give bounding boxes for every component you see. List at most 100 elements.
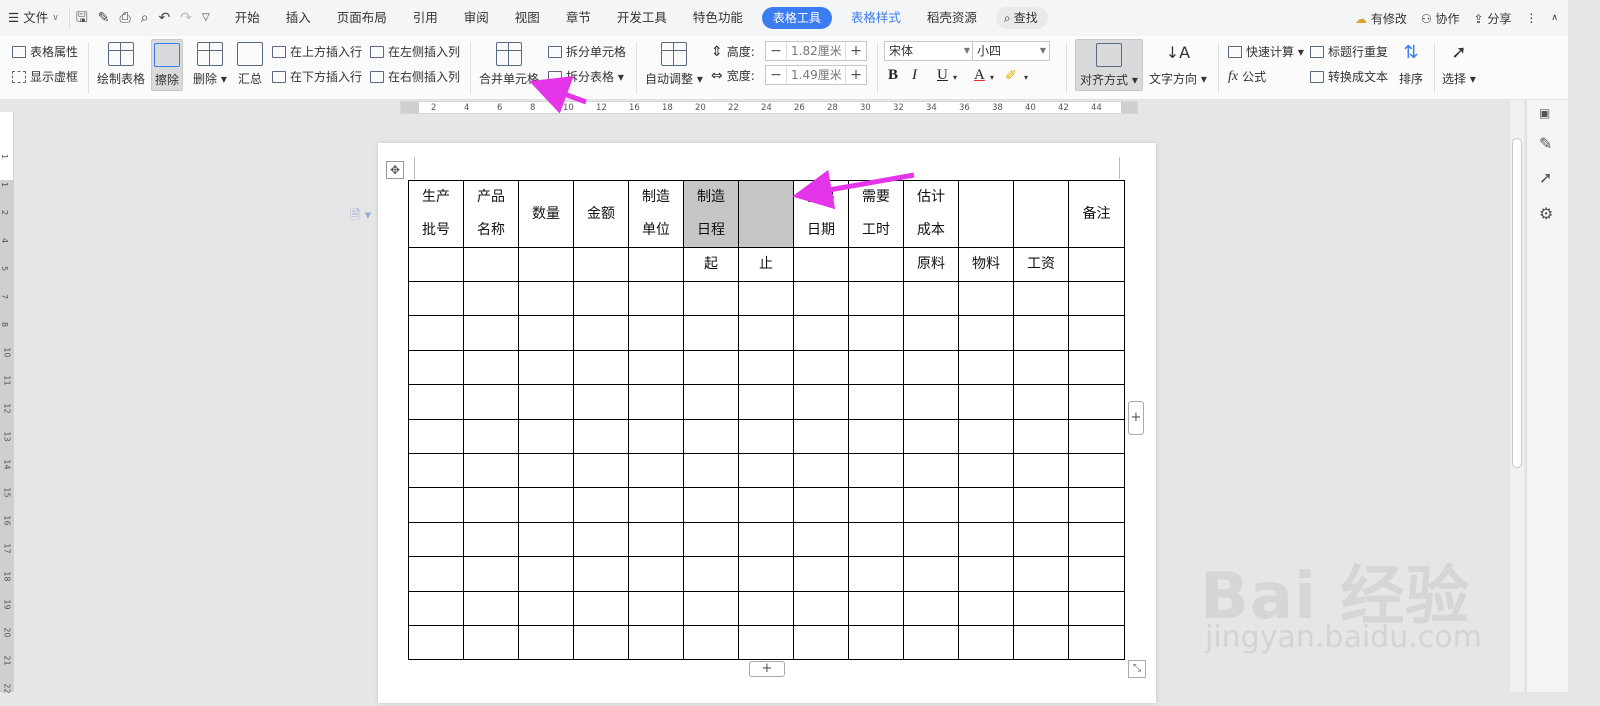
- draw-table-button[interactable]: 绘制表格: [97, 42, 145, 87]
- table-cell[interactable]: [463, 521, 519, 558]
- table-cell[interactable]: [463, 590, 519, 626]
- collapse-ribbon-icon[interactable]: ∧: [1551, 13, 1558, 23]
- table-cell[interactable]: [1013, 556, 1069, 592]
- table-cell[interactable]: [408, 487, 464, 523]
- table-cell[interactable]: [518, 384, 574, 420]
- collab-button[interactable]: ⚇ 协作: [1421, 10, 1460, 27]
- table-cell[interactable]: [958, 521, 1014, 558]
- table-cell[interactable]: [1068, 452, 1125, 489]
- table-cell[interactable]: [683, 349, 739, 386]
- table-cell[interactable]: [683, 384, 739, 420]
- edit-icon[interactable]: ✎: [1539, 134, 1552, 153]
- table-cell[interactable]: [408, 521, 464, 558]
- table-cell[interactable]: 物料: [958, 247, 1014, 282]
- table-cell[interactable]: [793, 521, 849, 558]
- table-cell[interactable]: [628, 315, 684, 351]
- repeat-header-button[interactable]: 标题行重复: [1310, 43, 1388, 60]
- print-preview-icon[interactable]: ⌕: [141, 8, 149, 28]
- table-cell[interactable]: 备注: [1068, 180, 1125, 248]
- erase-button[interactable]: 擦除: [151, 39, 183, 91]
- table-cell[interactable]: [573, 521, 629, 558]
- col-width-value[interactable]: 1.49厘米: [786, 66, 846, 84]
- table-cell[interactable]: [573, 280, 629, 317]
- table-cell[interactable]: [793, 384, 849, 420]
- table-cell[interactable]: [1013, 452, 1069, 489]
- table-cell[interactable]: [1013, 487, 1069, 523]
- table-cell[interactable]: [793, 315, 849, 351]
- document-page[interactable]: ✥ 生产 批号 产品 名称 数量 金额 制造 单位 制造 日程 预出 日期 需要 工时 估计 成本 备注起止 原料…: [378, 143, 1156, 703]
- convert-text-button[interactable]: 转换成文本: [1310, 68, 1388, 85]
- table-cell[interactable]: [958, 349, 1014, 386]
- merge-cells-button[interactable]: 合并单元格: [479, 42, 539, 87]
- table-resize-handle[interactable]: ⤡: [1128, 660, 1146, 678]
- table-cell[interactable]: [958, 315, 1014, 351]
- table-cell[interactable]: [848, 624, 904, 661]
- table-cell[interactable]: [1068, 349, 1125, 386]
- table-cell[interactable]: 产品 名称: [463, 180, 519, 248]
- table-cell[interactable]: [573, 556, 629, 592]
- table-cell[interactable]: [903, 624, 959, 661]
- table-cell[interactable]: [1013, 180, 1069, 248]
- table-cell[interactable]: [1013, 418, 1069, 454]
- table-cell[interactable]: [518, 315, 574, 351]
- table-cell[interactable]: [1013, 521, 1069, 558]
- table-cell[interactable]: [518, 280, 574, 317]
- table-cell[interactable]: [1068, 556, 1125, 592]
- insert-row-above-button[interactable]: 在上方插入行: [272, 43, 362, 60]
- table-cell[interactable]: [573, 315, 629, 351]
- table-cell[interactable]: [463, 624, 519, 661]
- table-cell[interactable]: [1068, 418, 1125, 454]
- more-options-icon[interactable]: ⋮: [1525, 11, 1537, 25]
- table-cell[interactable]: 工资: [1013, 247, 1069, 282]
- add-column-button[interactable]: +: [1128, 401, 1144, 435]
- table-cell[interactable]: 金额: [573, 180, 629, 248]
- table-cell[interactable]: 预出 日期: [793, 180, 849, 248]
- table-cell[interactable]: [628, 590, 684, 626]
- tab-special[interactable]: 特色功能: [680, 0, 756, 36]
- text-direction-button[interactable]: ↓A 文字方向 ▾: [1149, 42, 1207, 87]
- table-cell[interactable]: [793, 452, 849, 489]
- table-cell[interactable]: [903, 452, 959, 489]
- table-cell[interactable]: [518, 556, 574, 592]
- table-cell[interactable]: [518, 349, 574, 386]
- table-cell[interactable]: [463, 280, 519, 317]
- document-outline-icon[interactable]: 🗎 ▾: [350, 206, 371, 228]
- table-cell[interactable]: [518, 521, 574, 558]
- table-cell[interactable]: [463, 247, 519, 282]
- col-width-increase-button[interactable]: +: [846, 67, 866, 83]
- table-cell[interactable]: [683, 487, 739, 523]
- table-cell[interactable]: 需要 工时: [848, 180, 904, 248]
- table-cell[interactable]: [463, 384, 519, 420]
- table-cell[interactable]: [1068, 590, 1125, 626]
- table-cell[interactable]: [1013, 624, 1069, 661]
- table-cell[interactable]: [958, 418, 1014, 454]
- table-cell[interactable]: [463, 349, 519, 386]
- table-cell[interactable]: [793, 590, 849, 626]
- table-cell[interactable]: [408, 349, 464, 386]
- table-cell[interactable]: 制造 单位: [628, 180, 684, 248]
- table-cell[interactable]: [738, 624, 794, 661]
- table-cell[interactable]: [573, 452, 629, 489]
- table-cell[interactable]: [958, 487, 1014, 523]
- table-cell[interactable]: [1013, 315, 1069, 351]
- formula-button[interactable]: fx 公式: [1228, 68, 1266, 85]
- table-cell[interactable]: [1068, 280, 1125, 317]
- tab-review[interactable]: 审阅: [451, 0, 502, 36]
- table-cell[interactable]: [1068, 384, 1125, 420]
- table-cell[interactable]: [793, 418, 849, 454]
- tab-section[interactable]: 章节: [553, 0, 604, 36]
- highlight-icon[interactable]: ✐: [1005, 68, 1017, 84]
- tab-references[interactable]: 引用: [400, 0, 451, 36]
- table-cell[interactable]: [683, 556, 739, 592]
- tab-table-style[interactable]: 表格样式: [838, 0, 914, 36]
- table-cell[interactable]: [628, 521, 684, 558]
- row-height-stepper[interactable]: − 1.82厘米 +: [765, 41, 867, 61]
- table-cell[interactable]: [628, 624, 684, 661]
- table-cell[interactable]: [903, 384, 959, 420]
- cloud-modified-button[interactable]: ☁ 有修改: [1355, 10, 1407, 27]
- vertical-ruler[interactable]: 1 1 2 4 5 7 8 10 11 12 13 14 15 16 17 18 19 20 21 22: [0, 112, 14, 694]
- summary-button[interactable]: 汇总: [237, 42, 263, 87]
- redo-icon[interactable]: ↷: [180, 8, 192, 28]
- horizontal-ruler[interactable]: 2 4 6 8 10 12 16 18 20 22 24 26 28 30 32 34 36 38 40 42 44: [400, 101, 1138, 114]
- sort-button[interactable]: ⇅ 排序: [1398, 42, 1424, 87]
